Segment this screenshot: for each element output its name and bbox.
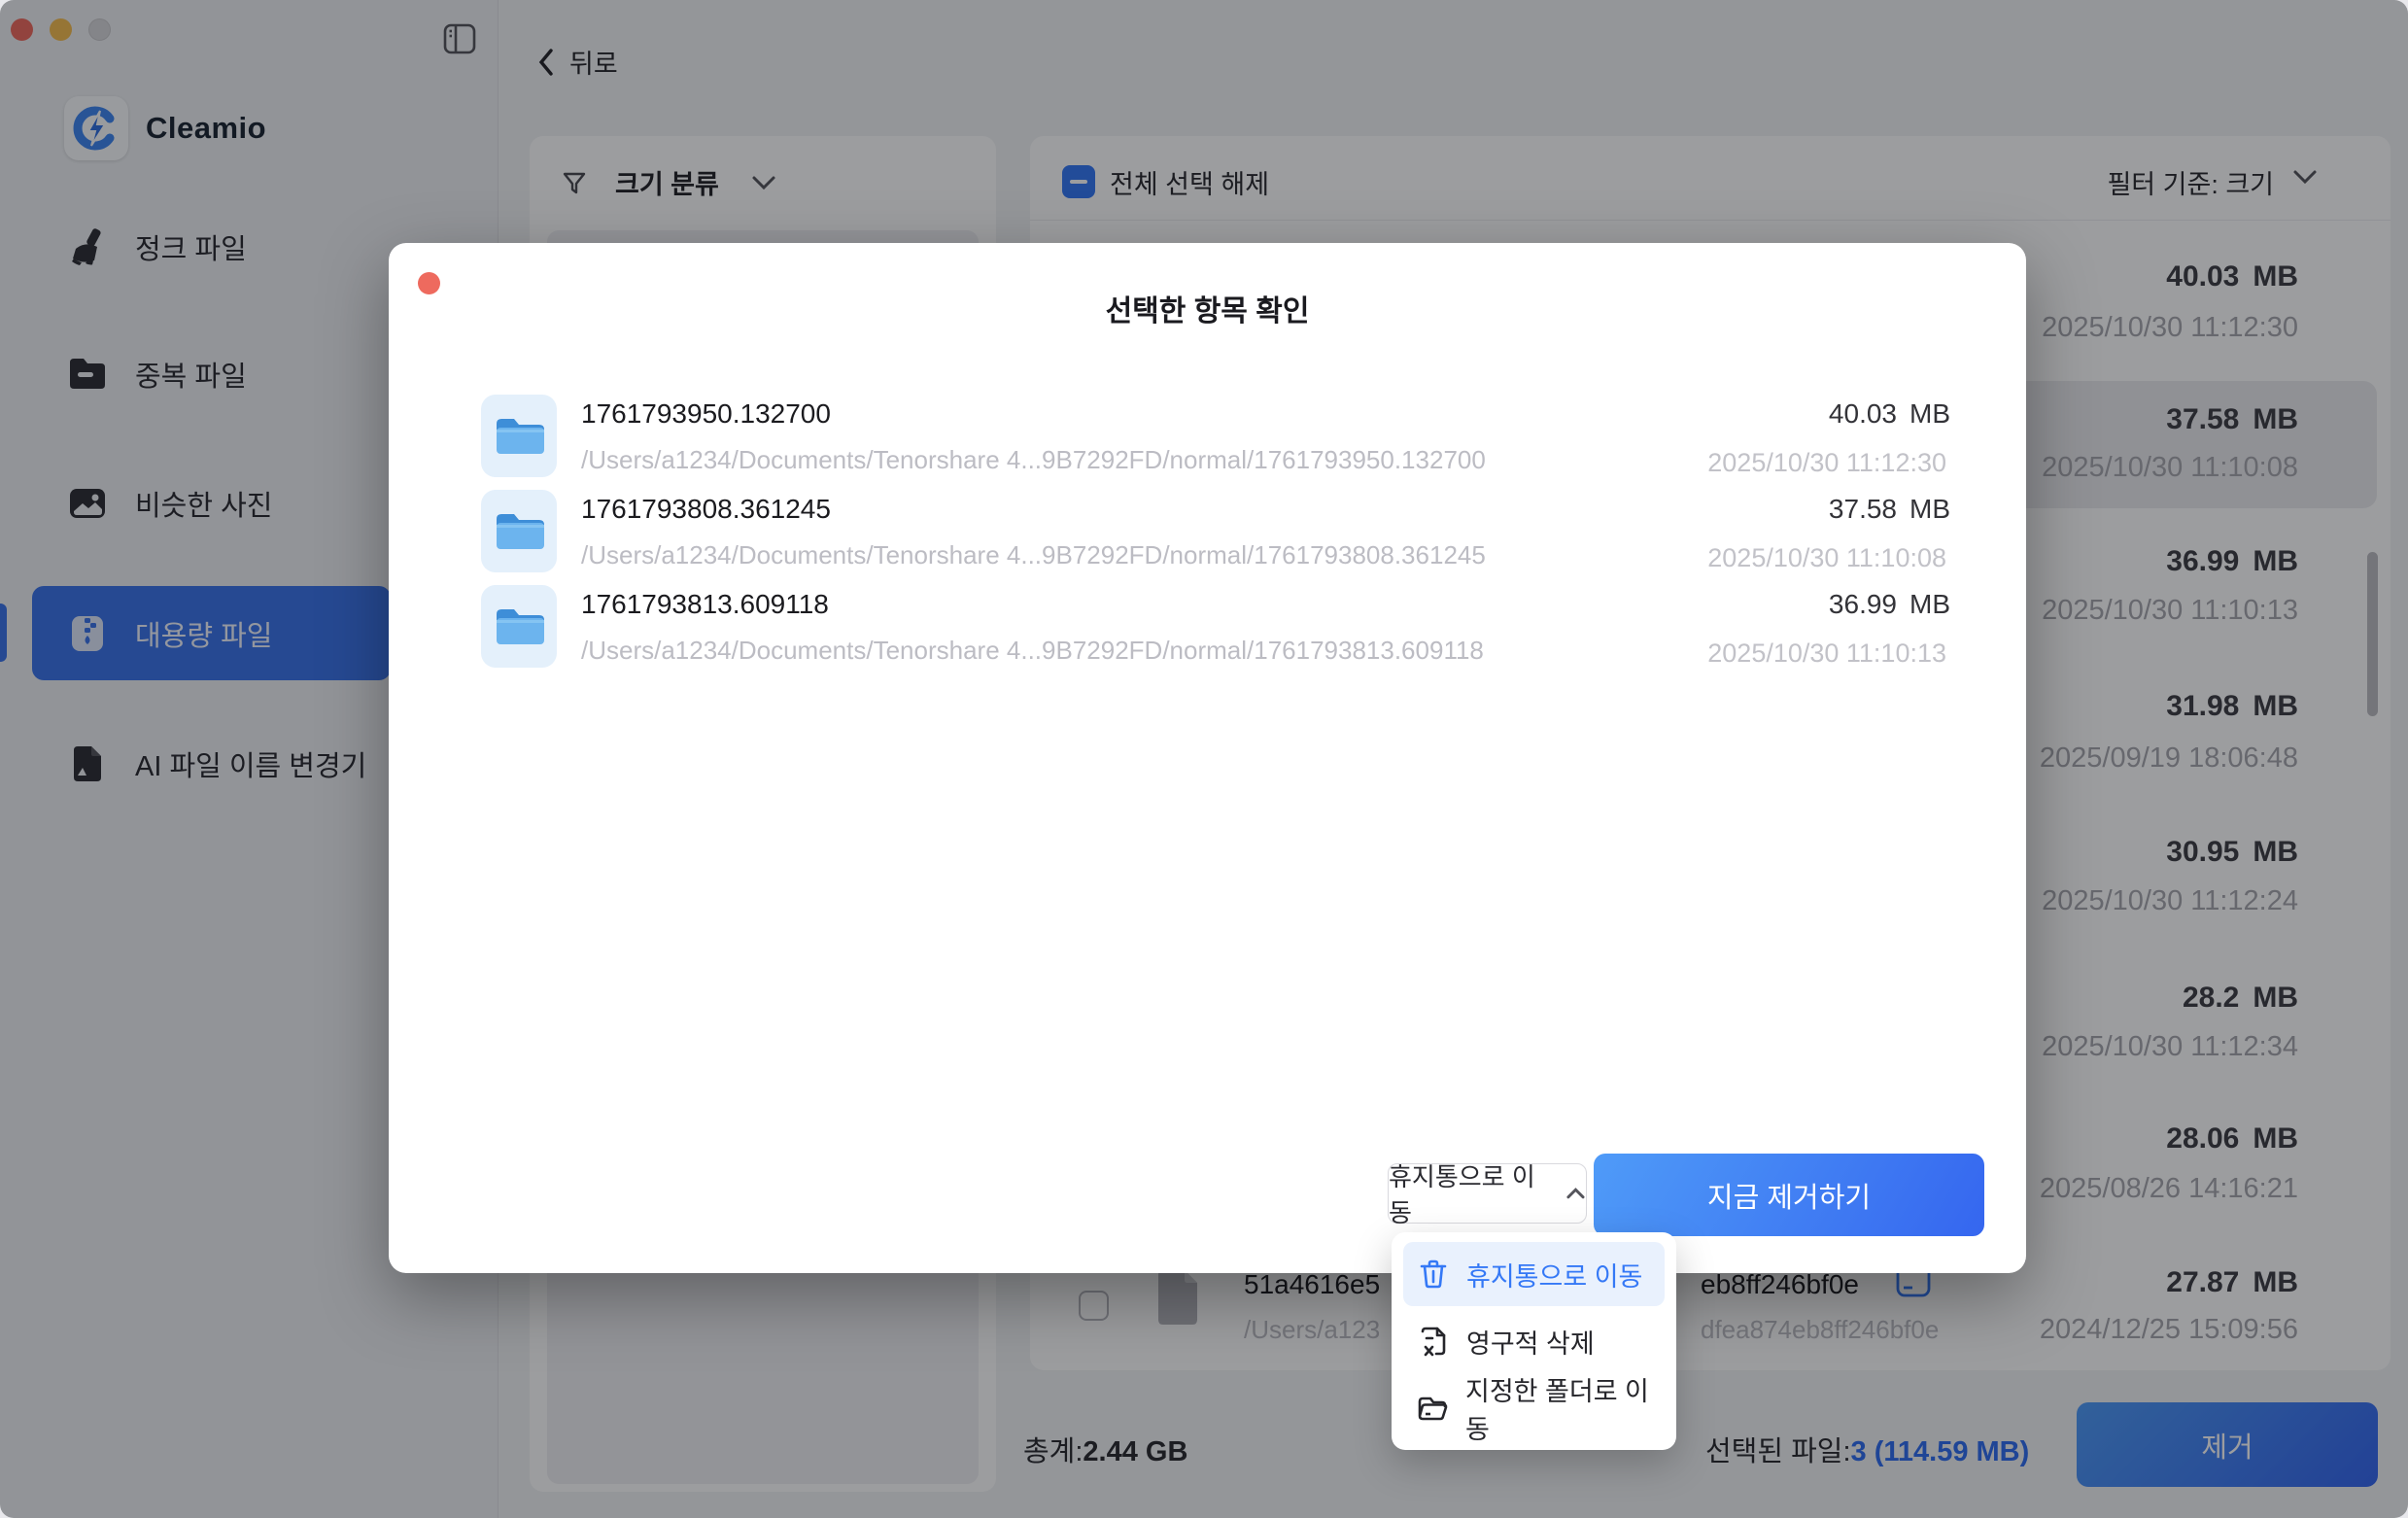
folder-icon (481, 490, 557, 572)
remove-now-button[interactable]: 지금 제거하기 (1594, 1154, 1984, 1236)
file-size: 40.03MB (1829, 398, 1950, 430)
menu-item-label: 지정한 폴더로 이동 (1465, 1370, 1665, 1446)
file-x-icon (1417, 1326, 1449, 1358)
folder-move-icon (1417, 1393, 1448, 1425)
file-size: 36.99MB (1829, 589, 1950, 620)
menu-item-move-to-folder[interactable]: 지정한 폴더로 이동 (1403, 1376, 1665, 1440)
file-path: /Users/a1234/Documents/Tenorshare 4...9B… (581, 636, 1484, 666)
removal-mode-dropdown[interactable]: 휴지통으로 이동 (1388, 1163, 1587, 1224)
file-path: /Users/a1234/Documents/Tenorshare 4...9B… (581, 540, 1486, 570)
menu-item-label: 휴지통으로 이동 (1466, 1256, 1642, 1294)
file-date: 2025/10/30 11:10:08 (1707, 543, 1946, 573)
file-name: 1761793950.132700 (581, 398, 831, 430)
trash-icon (1417, 1259, 1449, 1291)
chevron-up-icon (1565, 1187, 1586, 1200)
file-date: 2025/10/30 11:12:30 (1707, 448, 1946, 478)
removal-mode-menu: 휴지통으로 이동 영구적 삭제 지정한 폴더로 이동 (1392, 1232, 1676, 1450)
menu-item-label: 영구적 삭제 (1466, 1323, 1595, 1361)
app-window: Cleamio 정크 파일 (0, 0, 2408, 1518)
removal-mode-label: 휴지통으로 이동 (1389, 1157, 1550, 1229)
file-name: 1761793813.609118 (581, 589, 829, 620)
file-path: /Users/a1234/Documents/Tenorshare 4...9B… (581, 445, 1486, 475)
modal-title: 선택한 항목 확인 (389, 287, 2026, 329)
menu-item-permanent-delete[interactable]: 영구적 삭제 (1403, 1309, 1665, 1373)
folder-icon (481, 395, 557, 477)
file-date: 2025/10/30 11:10:13 (1707, 638, 1946, 669)
folder-icon (481, 585, 557, 668)
confirm-selected-items-modal: 선택한 항목 확인 1761793950.132700 /Users/a1234… (389, 243, 2026, 1273)
menu-item-move-to-trash[interactable]: 휴지통으로 이동 (1403, 1242, 1665, 1306)
file-name: 1761793808.361245 (581, 494, 831, 525)
file-size: 37.58MB (1829, 494, 1950, 525)
